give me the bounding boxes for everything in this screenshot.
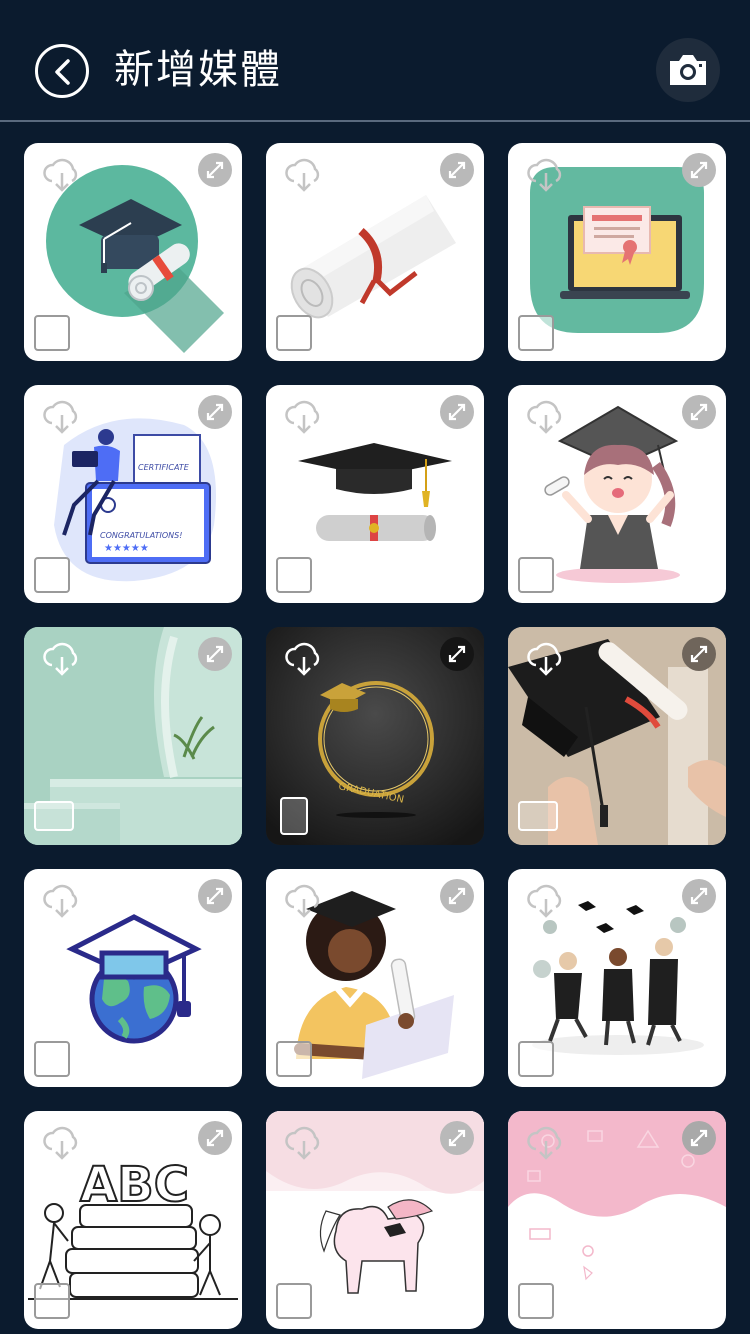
expand-button[interactable] [198,1121,232,1155]
media-tile[interactable] [266,385,484,603]
cloud-download-icon[interactable] [526,1125,566,1161]
expand-button[interactable] [682,879,716,913]
select-checkbox[interactable] [276,1283,312,1319]
cloud-download-icon[interactable] [42,641,82,677]
svg-text:★★★★★: ★★★★★ [104,543,149,554]
media-tile[interactable] [266,1111,484,1329]
expand-icon [206,645,224,663]
cloud-download-icon[interactable] [526,399,566,435]
aspect-ratio-horizontal-icon [518,801,558,831]
expand-icon [448,1129,466,1147]
cloud-download-icon[interactable] [284,1125,324,1161]
certificate-label: CERTIFICATE [138,463,190,472]
expand-icon [206,887,224,905]
media-tile[interactable] [508,143,726,361]
select-checkbox[interactable] [276,315,312,351]
media-tile[interactable] [24,143,242,361]
select-checkbox[interactable] [34,1041,70,1077]
expand-button[interactable] [440,395,474,429]
select-checkbox[interactable] [276,1041,312,1077]
app-header: 新增媒體 [0,0,750,122]
cloud-download-icon[interactable] [526,157,566,193]
select-checkbox[interactable] [276,557,312,593]
expand-icon [690,1129,708,1147]
media-tile[interactable]: CERTIFICATE CONGRATULATIONS! ★★★★★ [24,385,242,603]
cloud-download-icon[interactable] [284,157,324,193]
expand-button[interactable] [198,153,232,187]
cloud-download-icon[interactable] [284,399,324,435]
media-tile[interactable] [266,869,484,1087]
cloud-download-icon[interactable] [526,641,566,677]
camera-button[interactable] [656,38,720,102]
expand-icon [206,161,224,179]
camera-icon [670,55,706,85]
media-tile[interactable] [508,627,726,845]
chevron-left-icon [55,59,70,85]
media-tile[interactable] [508,869,726,1087]
expand-button[interactable] [682,637,716,671]
cloud-download-icon[interactable] [526,883,566,919]
expand-button[interactable] [440,153,474,187]
media-tile[interactable] [508,1111,726,1329]
expand-icon [690,645,708,663]
expand-button[interactable] [682,153,716,187]
media-tile[interactable] [266,143,484,361]
page-title: 新增媒體 [114,47,282,93]
expand-button[interactable] [198,395,232,429]
media-tile[interactable]: ABC [24,1111,242,1329]
expand-icon [448,161,466,179]
media-tile[interactable] [508,385,726,603]
media-tile[interactable]: GRADUATION [266,627,484,845]
expand-icon [206,403,224,421]
expand-button[interactable] [440,637,474,671]
select-checkbox[interactable] [34,315,70,351]
expand-icon [690,161,708,179]
expand-button[interactable] [440,1121,474,1155]
aspect-ratio-vertical-icon [280,797,308,835]
expand-button[interactable] [440,879,474,913]
select-checkbox[interactable] [518,557,554,593]
select-checkbox[interactable] [34,557,70,593]
media-tile[interactable] [24,869,242,1087]
cloud-download-icon[interactable] [42,157,82,193]
select-checkbox[interactable] [518,1041,554,1077]
expand-icon [206,1129,224,1147]
cloud-download-icon[interactable] [284,641,324,677]
expand-button[interactable] [682,1121,716,1155]
expand-button[interactable] [682,395,716,429]
expand-button[interactable] [198,879,232,913]
expand-button[interactable] [198,637,232,671]
expand-icon [690,887,708,905]
cloud-download-icon[interactable] [284,883,324,919]
aspect-ratio-horizontal-icon [34,801,74,831]
expand-icon [448,645,466,663]
back-button[interactable] [35,44,89,98]
expand-icon [448,887,466,905]
expand-icon [690,403,708,421]
congratulations-label: CONGRATULATIONS! [100,531,182,540]
cloud-download-icon[interactable] [42,1125,82,1161]
cloud-download-icon[interactable] [42,883,82,919]
media-tile[interactable] [24,627,242,845]
select-checkbox[interactable] [518,315,554,351]
cloud-download-icon[interactable] [42,399,82,435]
select-checkbox[interactable] [34,1283,70,1319]
select-checkbox[interactable] [518,1283,554,1319]
expand-icon [448,403,466,421]
